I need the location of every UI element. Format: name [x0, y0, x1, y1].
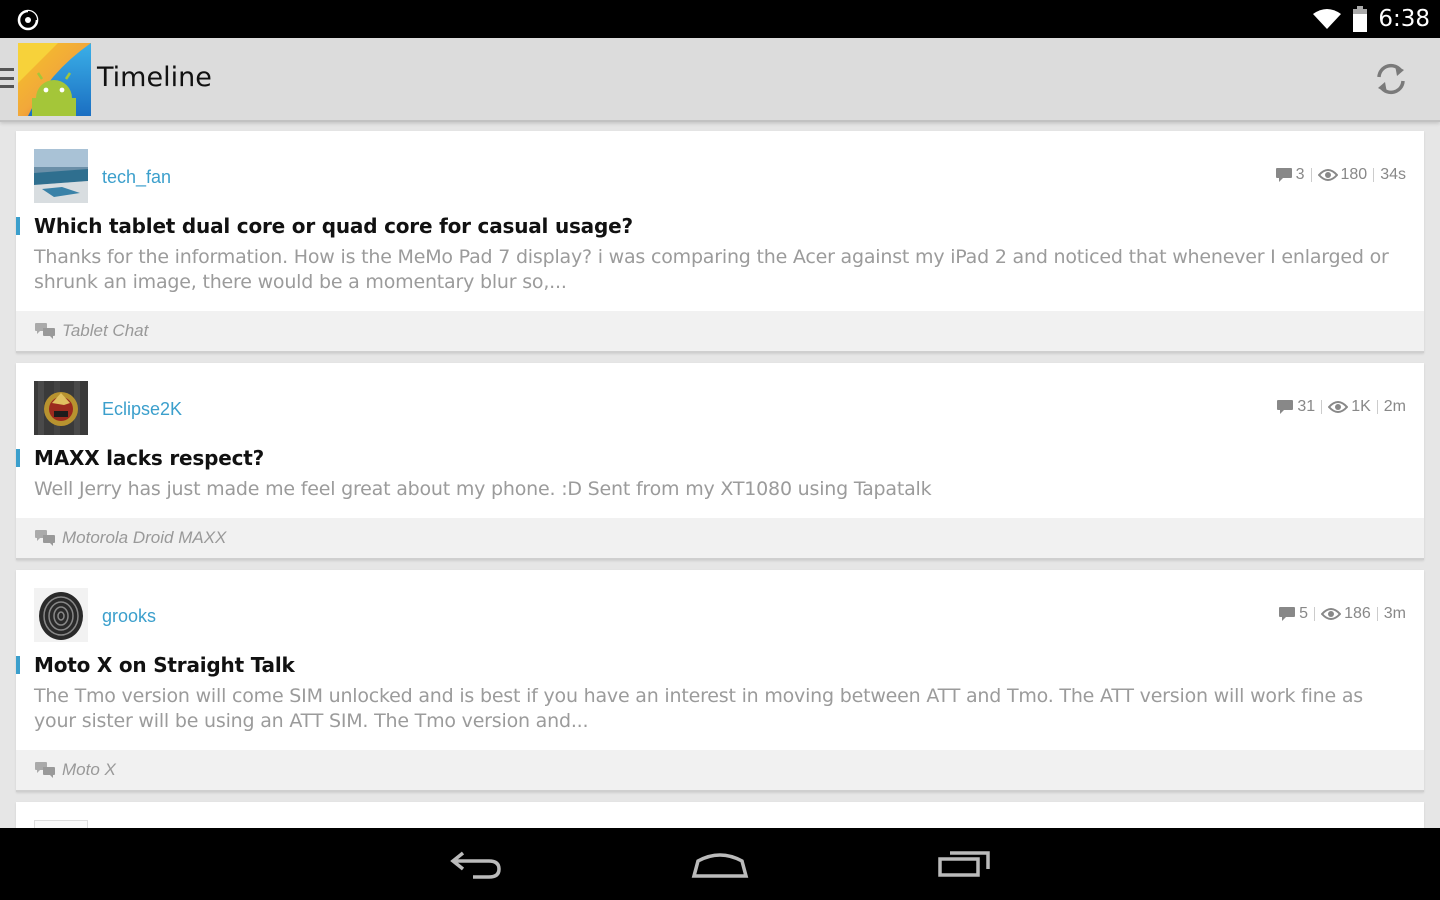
reply-count: 3 [1295, 166, 1305, 183]
thread-stats: 31 1K 2m [1276, 398, 1406, 416]
forum-chat-icon [35, 762, 55, 778]
title-accent [16, 656, 20, 674]
avatar[interactable] [34, 149, 88, 203]
wifi-icon [1313, 9, 1342, 29]
thread-stats: 5 186 3m [1278, 605, 1406, 623]
views-icon [1321, 608, 1342, 620]
refresh-icon [1377, 63, 1405, 95]
post-time: 3m [1383, 605, 1406, 622]
clock: 6:38 [1378, 6, 1430, 32]
thread-title[interactable]: Moto X on Straight Talk [34, 653, 295, 677]
avatar[interactable] [34, 381, 88, 435]
thread-title[interactable]: Which tablet dual core or quad core for … [34, 214, 633, 238]
avatar[interactable] [34, 588, 88, 642]
thread-card[interactable]: Eclipse2K 31 1K 2m MAXX lacks respect? W… [16, 363, 1424, 560]
thread-card[interactable]: tech_fan 3 180 34s Which tablet dual cor… [16, 131, 1424, 353]
view-count: 180 [1340, 166, 1368, 183]
system-nav-bar [0, 828, 1440, 900]
recents-button[interactable] [932, 842, 996, 886]
thread-stats: 3 180 34s [1275, 166, 1406, 184]
back-icon [450, 851, 501, 879]
app-logo[interactable] [18, 43, 91, 116]
drawer-indicator-icon[interactable] [0, 68, 14, 88]
home-button[interactable] [688, 842, 752, 886]
recents-icon [938, 851, 990, 877]
replies-icon [1275, 168, 1292, 182]
status-bar: 6:38 [0, 0, 1440, 38]
moon-icon [17, 9, 39, 31]
card-footer[interactable]: Moto X [16, 750, 1424, 790]
title-accent [16, 449, 20, 467]
card-footer[interactable]: Tablet Chat [16, 311, 1424, 351]
replies-icon [1279, 607, 1296, 621]
forum-chat-icon [35, 323, 55, 339]
thread-excerpt: Well Jerry has just made me feel great a… [34, 478, 932, 500]
card-footer[interactable]: Motorola Droid MAXX [16, 518, 1424, 558]
forum-name: Motorola Droid MAXX [62, 528, 227, 547]
views-icon [1317, 169, 1338, 181]
refresh-button[interactable] [1368, 56, 1414, 102]
back-button[interactable] [444, 842, 508, 886]
forum-name: Moto X [62, 760, 116, 779]
thread-card[interactable]: grooks 5 186 3m Moto X on Straight Talk … [16, 570, 1424, 792]
view-count: 1K [1351, 398, 1371, 415]
replies-icon [1277, 400, 1294, 414]
page-title: Timeline [97, 62, 212, 93]
post-time: 34s [1380, 166, 1406, 183]
view-count: 186 [1344, 605, 1371, 622]
battery-icon [1353, 6, 1368, 32]
thread-excerpt: Thanks for the information. How is the M… [34, 246, 1389, 293]
thread-excerpt: The Tmo version will come SIM unlocked a… [34, 685, 1363, 732]
username[interactable]: tech_fan [102, 167, 171, 188]
timeline-feed[interactable]: tech_fan 3 180 34s Which tablet dual cor… [0, 124, 1440, 828]
post-time: 2m [1383, 398, 1406, 415]
home-icon [691, 853, 749, 878]
reply-count: 31 [1297, 398, 1316, 415]
thread-card[interactable] [16, 802, 1424, 828]
action-bar: Timeline [0, 38, 1440, 122]
forum-name: Tablet Chat [62, 321, 149, 340]
username[interactable]: Eclipse2K [102, 399, 182, 420]
views-icon [1328, 401, 1349, 413]
reply-count: 5 [1299, 605, 1309, 622]
title-accent [16, 217, 20, 235]
avatar[interactable] [34, 820, 88, 828]
username[interactable]: grooks [102, 606, 156, 627]
forum-chat-icon [35, 530, 55, 546]
thread-title[interactable]: MAXX lacks respect? [34, 446, 264, 470]
